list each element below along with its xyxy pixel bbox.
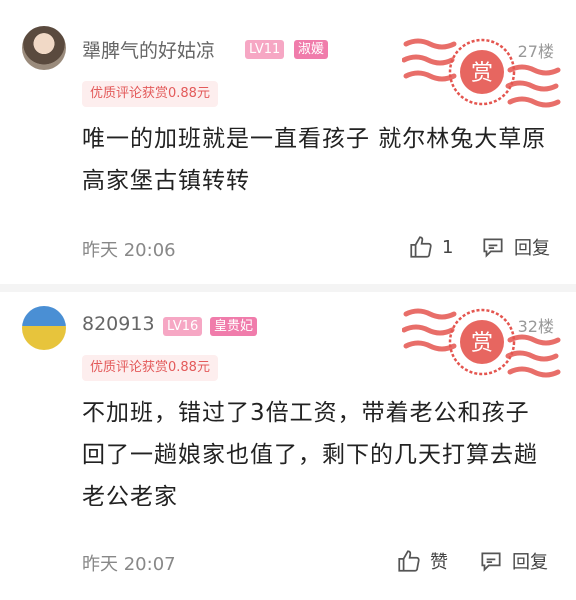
level-badge: LV11 xyxy=(245,40,285,59)
title-badge: 淑媛 xyxy=(294,40,329,59)
username[interactable]: 820913 xyxy=(82,313,155,335)
avatar[interactable] xyxy=(22,306,66,350)
like-count: 1 xyxy=(442,236,454,258)
like-label: 赞 xyxy=(430,552,448,573)
like-button[interactable]: 赞 xyxy=(396,548,448,574)
avatar[interactable] xyxy=(22,26,66,70)
thumbs-up-icon xyxy=(410,236,432,258)
reply-label: 回复 xyxy=(514,238,550,259)
reply-button[interactable]: 回复 xyxy=(480,234,550,260)
level-badge: LV16 xyxy=(163,317,203,336)
stamp-label: 赏 xyxy=(471,331,493,356)
title-badge: 皇贵妃 xyxy=(210,317,258,336)
reward-tag: 优质评论获赏0.88元 xyxy=(82,81,218,107)
like-button[interactable]: 1 xyxy=(408,234,453,260)
thumbs-up-icon xyxy=(398,550,420,572)
reward-tag: 优质评论获赏0.88元 xyxy=(82,355,218,381)
comment-body: 不加班，错过了3倍工资，带着老公和孩子回了一趟娘家也值了，剩下的几天打算去趟老公… xyxy=(82,400,538,510)
reward-stamp-icon: 赏 xyxy=(402,38,561,108)
stamp-label: 赏 xyxy=(471,61,493,86)
reply-icon xyxy=(481,552,501,572)
reply-button[interactable]: 回复 xyxy=(478,548,548,574)
username[interactable]: 犟脾气的好姑凉 xyxy=(82,36,215,63)
timestamp: 昨天 20:07 xyxy=(82,554,176,575)
reply-icon xyxy=(483,238,503,258)
reply-label: 回复 xyxy=(512,552,548,573)
comment-body: 唯一的加班就是一直看孩子 就尔林兔大草原 高家堡古镇转转 xyxy=(82,126,547,194)
comment-item: 犟脾气的好姑凉 LV11 淑媛 27楼 赏 优质评论获赏0.88元 唯一的加班就… xyxy=(0,0,576,288)
reward-stamp-icon: 赏 xyxy=(402,308,561,378)
timestamp: 昨天 20:06 xyxy=(82,240,176,261)
